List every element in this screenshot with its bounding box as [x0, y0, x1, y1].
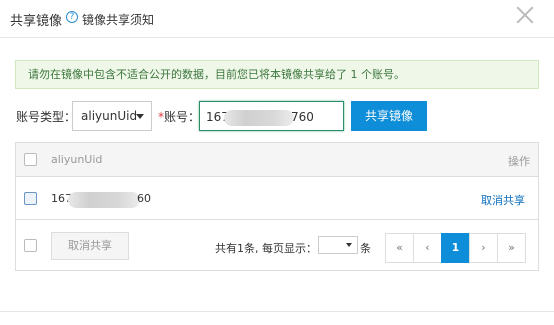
- account-input[interactable]: 167 760: [199, 101, 344, 131]
- account-label-text: 账号：: [164, 110, 201, 124]
- account-value-suffix: 760: [291, 110, 314, 124]
- notice-banner: 请勿在镜像中包含不适合公开的数据，目前您已将本镜像共享给了 1 个账号。: [15, 60, 539, 89]
- caret-down-icon: [136, 114, 144, 119]
- redaction-blur: [224, 110, 294, 126]
- account-label: *账号：: [158, 108, 200, 125]
- dialog-header: 共享镜像 ? 镜像共享须知: [0, 0, 554, 38]
- column-header-operation: 操作: [508, 155, 530, 168]
- shared-accounts-table: aliyunUid 操作 167 60 取消共享 取消共享 共有1条, 每页显示…: [15, 142, 539, 271]
- pagination: « ‹ 1 › »: [385, 233, 526, 263]
- row-unshare-link[interactable]: 取消共享: [481, 192, 525, 208]
- table-row: 167 60 取消共享: [16, 178, 538, 220]
- share-notice-link[interactable]: 镜像共享须知: [82, 11, 154, 28]
- table-header-row: aliyunUid 操作: [16, 143, 538, 177]
- page-size-select[interactable]: [318, 236, 358, 254]
- row-checkbox[interactable]: [24, 192, 37, 205]
- column-header-account: aliyunUid: [51, 153, 103, 166]
- total-count-text: 共有1条, 每页显示：: [215, 242, 317, 255]
- page-size-unit: 条: [360, 242, 371, 255]
- footer-select-all-checkbox[interactable]: [24, 239, 37, 252]
- caret-down-icon: [346, 243, 352, 247]
- dialog-title: 共享镜像: [10, 14, 63, 29]
- row-account-suffix: 60: [137, 192, 151, 205]
- batch-unshare-button[interactable]: 取消共享: [51, 232, 129, 260]
- table-footer: 取消共享 共有1条, 每页显示： 条 « ‹ 1 › »: [16, 221, 538, 271]
- share-image-button[interactable]: 共享镜像: [351, 101, 427, 131]
- close-icon[interactable]: [514, 4, 536, 26]
- prev-page-button[interactable]: ‹: [413, 233, 442, 263]
- redaction-blur: [68, 192, 140, 208]
- account-type-value: aliyunUid: [81, 109, 138, 123]
- help-icon[interactable]: ?: [66, 11, 78, 23]
- first-page-button[interactable]: «: [385, 233, 414, 263]
- next-page-button[interactable]: ›: [469, 233, 498, 263]
- account-type-label: 账号类型：: [16, 110, 77, 124]
- account-type-select[interactable]: aliyunUid: [72, 101, 152, 131]
- last-page-button[interactable]: »: [497, 233, 526, 263]
- dialog-footer-divider: [0, 311, 554, 312]
- page-button-current[interactable]: 1: [441, 233, 470, 263]
- select-all-checkbox[interactable]: [24, 153, 37, 166]
